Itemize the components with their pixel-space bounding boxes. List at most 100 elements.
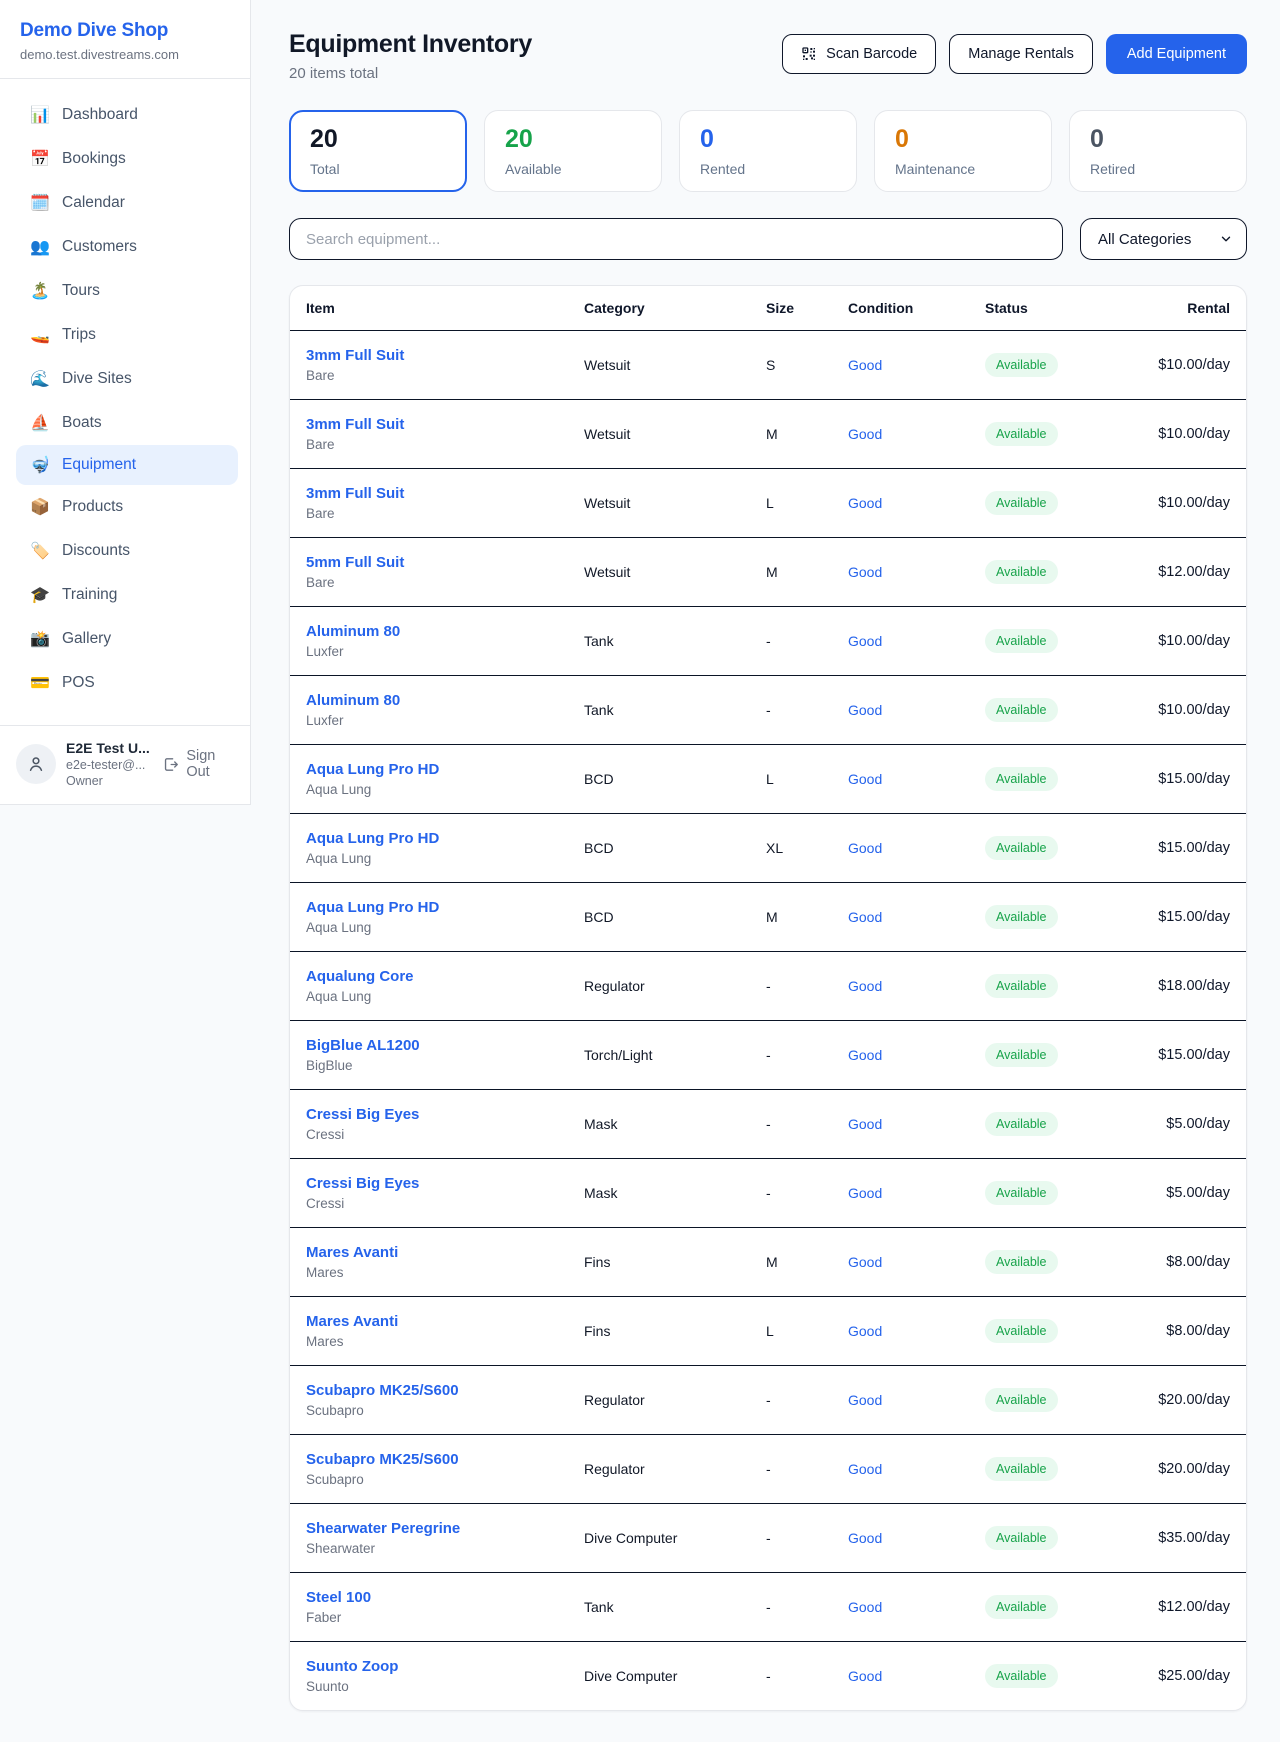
cell-item: BigBlue AL1200BigBlue (306, 1037, 584, 1073)
condition-link[interactable]: Good (848, 702, 985, 718)
sidebar-item-equipment[interactable]: 🤿Equipment (16, 445, 238, 485)
search-input[interactable] (289, 218, 1063, 260)
brand-block: Demo Dive Shop demo.test.divestreams.com (0, 0, 250, 78)
condition-link[interactable]: Good (848, 1530, 985, 1546)
condition-link[interactable]: Good (848, 1599, 985, 1615)
item-brand: Scubapro (306, 1472, 584, 1487)
condition-link[interactable]: Good (848, 1392, 985, 1408)
item-brand: Mares (306, 1265, 584, 1280)
cell-size: L (766, 771, 848, 787)
condition-link[interactable]: Good (848, 564, 985, 580)
item-link[interactable]: Aqua Lung Pro HD (306, 761, 584, 778)
cell-item: Aluminum 80Luxfer (306, 623, 584, 659)
item-link[interactable]: Aqua Lung Pro HD (306, 899, 584, 916)
cell-rental: $18.00/day (1135, 978, 1230, 994)
condition-link[interactable]: Good (848, 978, 985, 994)
item-link[interactable]: 3mm Full Suit (306, 416, 584, 433)
sidebar-item-products[interactable]: 📦Products (0, 485, 250, 529)
condition-link[interactable]: Good (848, 1461, 985, 1477)
sidebar-item-training[interactable]: 🎓Training (0, 573, 250, 617)
item-link[interactable]: Steel 100 (306, 1589, 584, 1606)
item-link[interactable]: Mares Avanti (306, 1244, 584, 1261)
sidebar-item-label: Training (62, 586, 117, 604)
item-brand: Luxfer (306, 713, 584, 728)
brand-domain: demo.test.divestreams.com (20, 47, 230, 62)
scan-barcode-label: Scan Barcode (826, 46, 917, 62)
pos-icon: 💳 (30, 675, 50, 691)
cell-item: 5mm Full SuitBare (306, 554, 584, 590)
stat-card-available[interactable]: 20Available (484, 110, 662, 192)
condition-link[interactable]: Good (848, 909, 985, 925)
sidebar-item-dive-sites[interactable]: 🌊Dive Sites (0, 357, 250, 401)
sidebar-item-gallery[interactable]: 📸Gallery (0, 617, 250, 661)
item-link[interactable]: Suunto Zoop (306, 1658, 584, 1675)
condition-link[interactable]: Good (848, 1047, 985, 1063)
item-link[interactable]: 5mm Full Suit (306, 554, 584, 571)
item-link[interactable]: Mares Avanti (306, 1313, 584, 1330)
item-link[interactable]: 3mm Full Suit (306, 485, 584, 502)
stat-value: 0 (1090, 126, 1226, 154)
table-row: Aqua Lung Pro HDAqua LungBCDLGoodAvailab… (290, 744, 1246, 813)
item-link[interactable]: BigBlue AL1200 (306, 1037, 584, 1054)
customers-icon: 👥 (30, 239, 50, 255)
cell-item: Shearwater Peregrine Shearwater (306, 1520, 584, 1556)
sign-out-button[interactable]: Sign Out (162, 748, 236, 780)
condition-link[interactable]: Good (848, 1254, 985, 1270)
item-link[interactable]: Scubapro MK25/S600 (306, 1451, 584, 1468)
scan-barcode-button[interactable]: Scan Barcode (782, 34, 936, 74)
dive-sites-icon: 🌊 (30, 371, 50, 387)
cell-rental: $8.00/day (1135, 1323, 1230, 1339)
item-link[interactable]: Cressi Big Eyes (306, 1106, 584, 1123)
condition-link[interactable]: Good (848, 1185, 985, 1201)
main-content: Equipment Inventory 20 items total (251, 0, 1280, 1711)
sidebar-item-dashboard[interactable]: 📊Dashboard (0, 93, 250, 137)
cell-category: Fins (584, 1254, 766, 1270)
cell-category: Torch/Light (584, 1047, 766, 1063)
condition-link[interactable]: Good (848, 357, 985, 373)
item-link[interactable]: Cressi Big Eyes (306, 1175, 584, 1192)
sidebar-item-pos[interactable]: 💳POS (0, 661, 250, 705)
cell-rental: $15.00/day (1135, 1047, 1230, 1063)
cell-rental: $35.00/day (1135, 1530, 1230, 1546)
stat-card-total[interactable]: 20Total (289, 110, 467, 192)
item-link[interactable]: Shearwater Peregrine (306, 1520, 584, 1537)
sidebar-item-discounts[interactable]: 🏷️Discounts (0, 529, 250, 573)
cell-category: Tank (584, 1599, 766, 1615)
add-equipment-button[interactable]: Add Equipment (1106, 34, 1247, 74)
stat-card-retired[interactable]: 0Retired (1069, 110, 1247, 192)
brand-title[interactable]: Demo Dive Shop (20, 20, 230, 42)
condition-link[interactable]: Good (848, 771, 985, 787)
cell-category: Fins (584, 1323, 766, 1339)
item-link[interactable]: Scubapro MK25/S600 (306, 1382, 584, 1399)
table-row: Suunto ZoopSuuntoDive Computer-GoodAvail… (290, 1641, 1246, 1710)
sidebar-item-tours[interactable]: 🏝️Tours (0, 269, 250, 313)
condition-link[interactable]: Good (848, 495, 985, 511)
condition-link[interactable]: Good (848, 633, 985, 649)
sidebar-item-bookings[interactable]: 📅Bookings (0, 137, 250, 181)
sidebar-item-trips[interactable]: 🚤Trips (0, 313, 250, 357)
item-link[interactable]: Aqualung Core (306, 968, 584, 985)
status-badge: Available (985, 491, 1058, 515)
condition-link[interactable]: Good (848, 426, 985, 442)
stat-card-rented[interactable]: 0Rented (679, 110, 857, 192)
item-brand: Shearwater (306, 1541, 584, 1556)
sidebar-item-calendar[interactable]: 🗓️Calendar (0, 181, 250, 225)
cell-status: Available (985, 422, 1135, 446)
category-select[interactable]: All Categories (1080, 218, 1247, 260)
sidebar-item-boats[interactable]: ⛵Boats (0, 401, 250, 445)
status-badge: Available (985, 422, 1058, 446)
stat-label: Rented (700, 161, 836, 177)
item-link[interactable]: Aluminum 80 (306, 623, 584, 640)
condition-link[interactable]: Good (848, 840, 985, 856)
condition-link[interactable]: Good (848, 1116, 985, 1132)
item-link[interactable]: Aqua Lung Pro HD (306, 830, 584, 847)
item-link[interactable]: 3mm Full Suit (306, 347, 584, 364)
stat-card-maintenance[interactable]: 0Maintenance (874, 110, 1052, 192)
sidebar-item-label: Customers (62, 238, 137, 256)
item-link[interactable]: Aluminum 80 (306, 692, 584, 709)
condition-link[interactable]: Good (848, 1668, 985, 1684)
condition-link[interactable]: Good (848, 1323, 985, 1339)
table-row: Shearwater PeregrineShearwaterDive Compu… (290, 1503, 1246, 1572)
manage-rentals-button[interactable]: Manage Rentals (949, 34, 1093, 74)
sidebar-item-customers[interactable]: 👥 Customers (0, 225, 250, 269)
